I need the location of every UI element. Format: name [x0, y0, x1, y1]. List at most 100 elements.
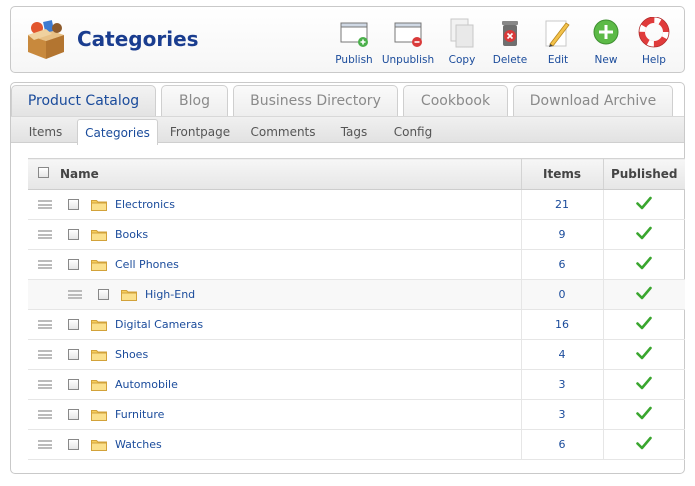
published-check-icon[interactable] [636, 346, 653, 360]
table-row: Digital Cameras 16 [28, 309, 685, 340]
items-count-link[interactable]: 0 [559, 288, 566, 301]
row-checkbox[interactable] [68, 229, 79, 240]
row-checkbox[interactable] [68, 439, 79, 450]
table-row: Furniture 3 [28, 399, 685, 430]
header-name[interactable]: Name [60, 158, 521, 190]
delete-button[interactable]: Delete [486, 15, 534, 67]
folder-icon [91, 349, 107, 361]
new-button[interactable]: New [582, 15, 630, 67]
subtab-categories[interactable]: Categories [77, 119, 158, 145]
categories-box-icon [28, 20, 64, 59]
name-cell: Books [28, 219, 521, 250]
select-all-checkbox[interactable] [38, 167, 49, 178]
header-items[interactable]: Items [520, 158, 603, 190]
row-checkbox[interactable] [68, 349, 79, 360]
row-checkbox[interactable] [68, 319, 79, 330]
page-title: Categories [77, 27, 199, 51]
tab-business-directory[interactable]: Business Directory [233, 85, 398, 116]
publish-button[interactable]: Publish [330, 15, 378, 67]
items-count-cell: 21 [520, 189, 603, 220]
published-check-icon[interactable] [636, 196, 653, 210]
drag-handle-icon[interactable] [38, 440, 52, 449]
table-row: Cell Phones 6 [28, 249, 685, 280]
drag-handle-icon[interactable] [38, 380, 52, 389]
name-cell: High-End [28, 279, 521, 310]
category-name-link[interactable]: Watches [115, 438, 162, 451]
subtab-tags[interactable]: Tags [331, 119, 377, 144]
unpublish-button[interactable]: Unpublish [378, 15, 438, 67]
subtab-config[interactable]: Config [385, 119, 441, 144]
drag-handle-icon[interactable] [38, 320, 52, 329]
unpublish-label: Unpublish [381, 54, 435, 66]
items-count-cell: 3 [520, 399, 603, 430]
new-icon [593, 19, 619, 45]
folder-icon [91, 319, 107, 331]
copy-icon [450, 18, 474, 48]
drag-handle-icon[interactable] [38, 260, 52, 269]
items-count-link[interactable]: 9 [559, 228, 566, 241]
edit-button[interactable]: Edit [534, 15, 582, 67]
tab-blog[interactable]: Blog [161, 85, 228, 116]
published-check-icon[interactable] [636, 436, 653, 450]
table-header-row: Name Items Published [28, 158, 685, 190]
items-count-link[interactable]: 3 [559, 378, 566, 391]
published-check-icon[interactable] [636, 316, 653, 330]
name-cell: Automobile [28, 369, 521, 400]
category-name-link[interactable]: Books [115, 228, 148, 241]
published-check-icon[interactable] [636, 226, 653, 240]
drag-handle-icon[interactable] [38, 200, 52, 209]
subtab-frontpage[interactable]: Frontpage [165, 119, 235, 144]
row-checkbox[interactable] [98, 289, 109, 300]
table-row: Books 9 [28, 219, 685, 250]
published-check-icon[interactable] [636, 256, 653, 270]
drag-handle-icon[interactable] [38, 230, 52, 239]
items-count-cell: 6 [520, 249, 603, 280]
row-checkbox[interactable] [68, 199, 79, 210]
category-name-link[interactable]: Furniture [115, 408, 164, 421]
items-count-link[interactable]: 4 [559, 348, 566, 361]
category-name-link[interactable]: Electronics [115, 198, 175, 211]
help-label: Help [642, 54, 666, 66]
delete-icon [502, 21, 518, 46]
tab-download-archive[interactable]: Download Archive [513, 85, 673, 116]
table-body: Electronics 21 Books 9 Cell Phones 6 High-End 0… [28, 189, 685, 460]
tab-product-catalog[interactable]: Product Catalog [11, 85, 156, 116]
category-name-link[interactable]: Cell Phones [115, 258, 179, 271]
name-cell: Electronics [28, 189, 521, 220]
published-cell [602, 219, 685, 250]
unpublish-icon [394, 22, 422, 47]
category-name-link[interactable]: Digital Cameras [115, 318, 203, 331]
subtab-items[interactable]: Items [19, 119, 72, 144]
copy-button[interactable]: Copy [438, 15, 486, 67]
table-row: Electronics 21 [28, 189, 685, 220]
drag-handle-icon[interactable] [38, 410, 52, 419]
items-count-link[interactable]: 3 [559, 408, 566, 421]
category-name-link[interactable]: High-End [145, 288, 195, 301]
published-cell [602, 279, 685, 310]
tab-cookbook[interactable]: Cookbook [403, 85, 508, 116]
name-cell: Shoes [28, 339, 521, 370]
items-count-link[interactable]: 6 [559, 438, 566, 451]
published-check-icon[interactable] [636, 406, 653, 420]
published-check-icon[interactable] [636, 286, 653, 300]
drag-handle-icon[interactable] [68, 290, 82, 299]
items-count-link[interactable]: 16 [555, 318, 569, 331]
category-name-link[interactable]: Shoes [115, 348, 148, 361]
items-count-link[interactable]: 21 [555, 198, 569, 211]
name-cell: Watches [28, 429, 521, 460]
category-name-link[interactable]: Automobile [115, 378, 178, 391]
help-button[interactable]: Help [630, 15, 678, 67]
row-checkbox[interactable] [68, 259, 79, 270]
items-count-link[interactable]: 6 [559, 258, 566, 271]
header-published[interactable]: Published [602, 158, 685, 190]
published-check-icon[interactable] [636, 376, 653, 390]
subtab-comments[interactable]: Comments [245, 119, 321, 144]
drag-handle-icon[interactable] [38, 350, 52, 359]
published-cell [602, 399, 685, 430]
table-row: Shoes 4 [28, 339, 685, 370]
row-checkbox[interactable] [68, 409, 79, 420]
published-cell [602, 369, 685, 400]
app-tabs: Product Catalog Blog Business Directory … [11, 83, 684, 117]
row-checkbox[interactable] [68, 379, 79, 390]
folder-icon [91, 229, 107, 241]
